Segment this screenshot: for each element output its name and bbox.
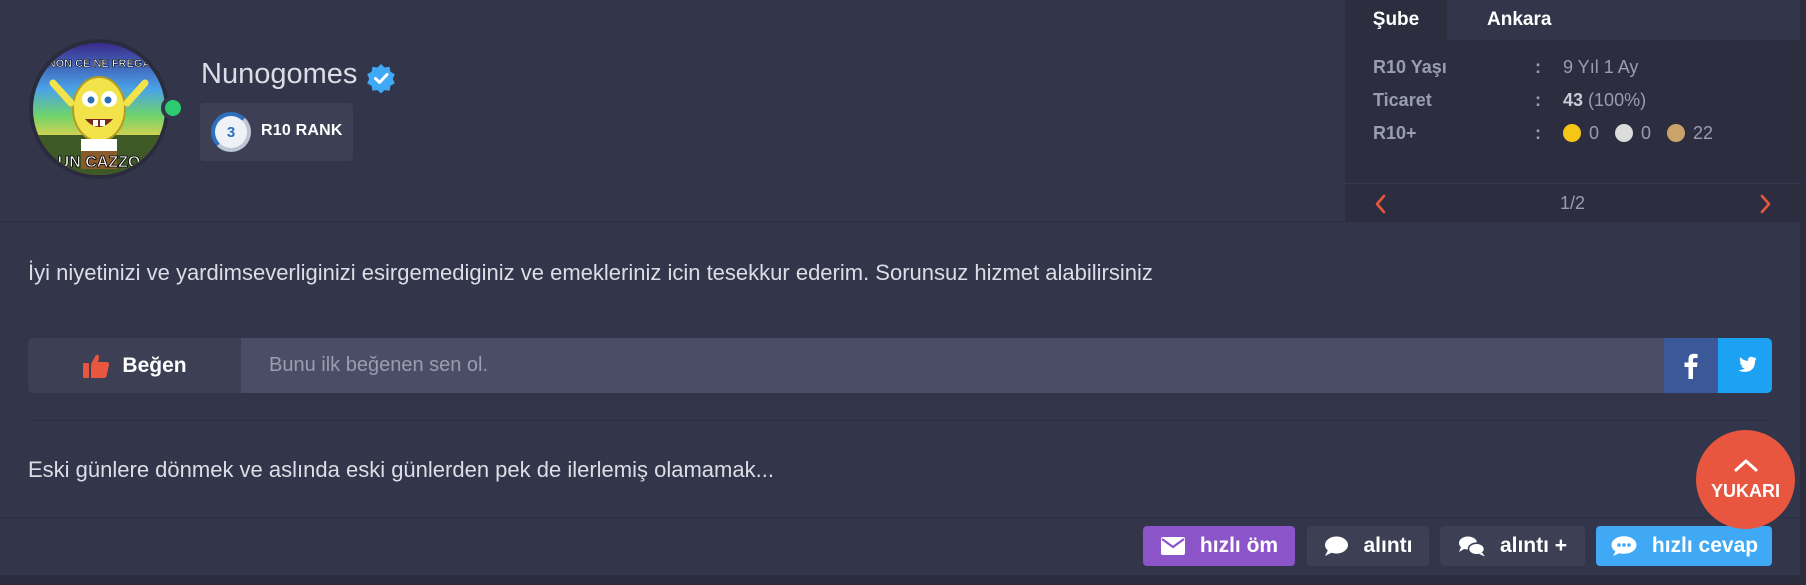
multi-quote-label: alıntı + xyxy=(1499,534,1568,557)
speech-bubble-icon xyxy=(1325,536,1349,556)
trade-count: 43 xyxy=(1563,90,1584,110)
rank-number: 3 xyxy=(211,112,251,152)
info-row-r10plus: R10+ : 0 0 22 xyxy=(1373,123,1793,149)
info-colon: : xyxy=(1535,57,1541,77)
bronze-medal-icon xyxy=(1667,124,1686,142)
info-row-age: R10 Yaşı : 9 Yıl 1 Ay xyxy=(1373,57,1793,83)
quote-label: alıntı xyxy=(1363,534,1413,557)
multi-quote-button[interactable]: alıntı + xyxy=(1440,526,1585,566)
info-key: R10 Yaşı xyxy=(1373,57,1447,77)
avatar[interactable]: NON CE NE FREGA UN CAZZO xyxy=(29,39,169,179)
quote-button[interactable]: alıntı xyxy=(1307,526,1429,566)
facebook-share-button[interactable] xyxy=(1664,338,1718,393)
avatar-image: NON CE NE FREGA UN CAZZO xyxy=(33,43,165,175)
divider xyxy=(28,420,1772,421)
chat-dots-icon xyxy=(1611,536,1637,556)
chevron-right-icon[interactable] xyxy=(1759,190,1773,218)
silver-medal-icon xyxy=(1615,124,1634,142)
username[interactable]: Nunogomes xyxy=(201,58,357,91)
trade-percent: (100%) xyxy=(1588,90,1647,110)
silver-count: 0 xyxy=(1641,123,1652,143)
like-button[interactable]: Beğen xyxy=(28,338,241,393)
facebook-icon xyxy=(1684,353,1698,379)
gold-medal-icon xyxy=(1563,124,1581,142)
avatar-caption-top: NON CE NE FREGA xyxy=(48,58,151,70)
verified-badge-icon xyxy=(367,64,395,93)
likes-text: Bunu ilk beğenen sen ol. xyxy=(241,338,1664,393)
rank-label: R10 RANK xyxy=(261,122,343,139)
post-message: İyi niyetinizi ve yardimseverliginizi es… xyxy=(28,260,1153,285)
tab-city-value: Ankara xyxy=(1487,9,1552,30)
post-header: NON CE NE FREGA UN CAZZO Nunogomes 3 R10… xyxy=(0,0,1800,222)
user-info-panel: Şube Ankara R10 Yaşı : 9 Yıl 1 Ay Ticare… xyxy=(1345,0,1800,222)
info-pager: 1/2 xyxy=(1345,183,1800,222)
twitter-icon xyxy=(1738,356,1757,372)
quick-pm-button[interactable]: hızlı öm xyxy=(1143,526,1295,566)
info-colon: : xyxy=(1535,90,1541,110)
quick-reply-label: hızlı cevap xyxy=(1651,534,1759,557)
post-actions: hızlı öm alıntı alıntı + hızlı cevap xyxy=(0,517,1800,575)
online-status-dot xyxy=(161,96,185,120)
quick-pm-label: hızlı öm xyxy=(1199,534,1279,557)
bronze-count: 22 xyxy=(1693,123,1714,143)
twitter-share-button[interactable] xyxy=(1718,338,1772,393)
avatar-caption-bottom: UN CAZZO xyxy=(58,154,141,171)
like-label: Beğen xyxy=(122,353,187,377)
envelope-icon xyxy=(1160,537,1185,555)
user-signature: Eski günlere dönmek ve aslında eski günl… xyxy=(28,457,774,482)
scroll-to-top-label: YUKARI xyxy=(1710,481,1780,501)
speech-bubbles-icon xyxy=(1458,536,1486,557)
post-card: NON CE NE FREGA UN CAZZO Nunogomes 3 R10… xyxy=(0,0,1800,575)
info-key: R10+ xyxy=(1373,123,1417,143)
info-value: 43 (100%) xyxy=(1563,90,1646,111)
info-row-trade: Ticaret : 43 (100%) xyxy=(1373,90,1793,116)
info-value: 9 Yıl 1 Ay xyxy=(1563,57,1639,77)
page-indicator: 1/2 xyxy=(1559,193,1586,213)
rank-badge[interactable]: 3 R10 RANK xyxy=(200,103,353,161)
gold-count: 0 xyxy=(1589,123,1600,143)
medal-counts: 0 0 22 xyxy=(1563,123,1713,144)
tab-sube[interactable]: Şube xyxy=(1345,0,1447,40)
info-tabs: Şube Ankara xyxy=(1345,0,1800,40)
like-bar: Beğen Bunu ilk beğenen sen ol. xyxy=(28,338,1772,393)
scroll-to-top-button[interactable]: YUKARI xyxy=(1696,430,1795,529)
info-key: Ticaret xyxy=(1373,90,1432,110)
quick-reply-button[interactable]: hızlı cevap xyxy=(1596,526,1772,566)
thumbs-up-icon xyxy=(83,354,110,378)
chevron-up-icon xyxy=(1734,459,1757,472)
info-colon: : xyxy=(1535,123,1541,143)
